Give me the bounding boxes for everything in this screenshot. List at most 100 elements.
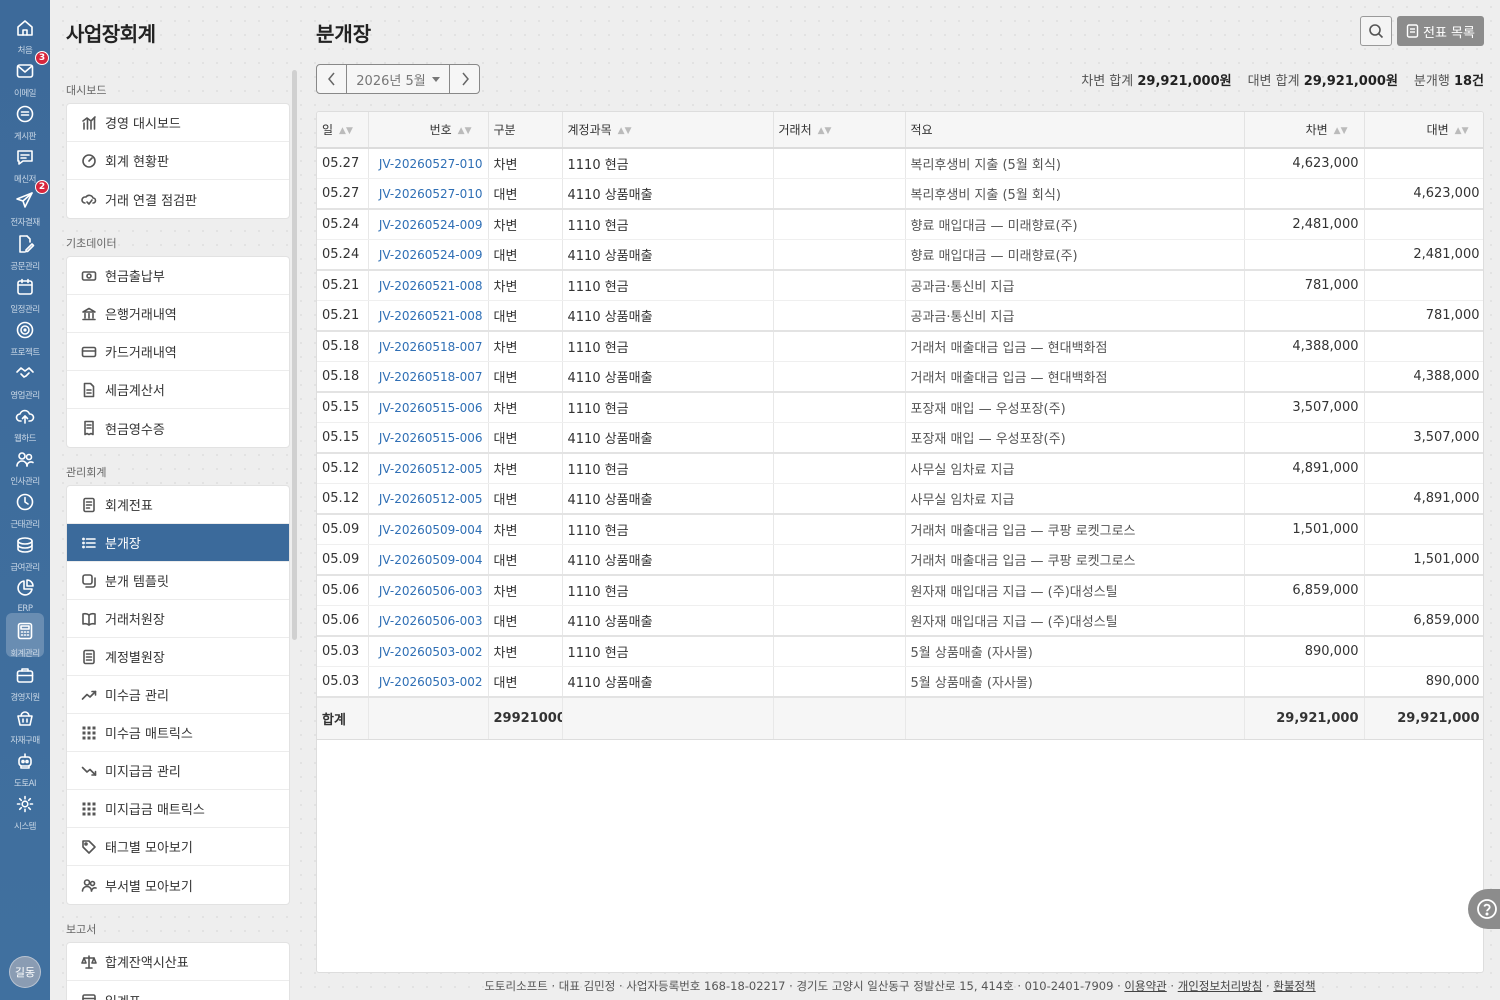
table-row[interactable]: 05.27 JV-20260527-010 차변 1110 현금 복리후생비 지출 (5… [317, 148, 1483, 179]
gauge-icon [81, 153, 105, 169]
sidebar-item[interactable]: 미지급금 매트릭스 [67, 790, 289, 828]
sidebar-item[interactable]: 일계표 [67, 981, 289, 1000]
sidebar-item[interactable]: 회계 현황판 [67, 142, 289, 180]
table-row[interactable]: 05.21 JV-20260521-008 차변 1110 현금 공과금·통신비 지급 7… [317, 270, 1483, 301]
sidebar-item[interactable]: 거래처원장 [67, 600, 289, 638]
sidebar-item[interactable]: 현금영수증 [67, 409, 289, 447]
sidebar-item[interactable]: 태그별 모아보기 [67, 828, 289, 866]
voucher-list-button[interactable]: 전표 목록 [1397, 16, 1484, 46]
table-row[interactable]: 05.12 JV-20260512-005 대변 4110 상품매출 사무실 임차료 지… [317, 483, 1483, 515]
col-header-account[interactable]: 계정과목 ▲▼ [562, 112, 774, 149]
account-code: 1110 [567, 280, 605, 295]
sidebar-item[interactable]: 미수금 관리 [67, 676, 289, 714]
col-header-credit[interactable]: 대변 ▲▼ [1364, 112, 1483, 149]
cell-voucher-number[interactable]: JV-20260506-003 [368, 575, 489, 606]
rail-item-clock[interactable]: 근태관리 [0, 490, 50, 530]
cell-voucher-number[interactable]: JV-20260515-006 [368, 392, 489, 423]
cell-voucher-number[interactable]: JV-20260503-002 [368, 636, 489, 667]
rail-item-calculator[interactable]: 회계관리 [0, 613, 50, 659]
cell-voucher-number[interactable]: JV-20260518-007 [368, 331, 489, 362]
table-row[interactable]: 05.18 JV-20260518-007 대변 4110 상품매출 거래처 매출대금 … [317, 361, 1483, 393]
table-row[interactable]: 05.03 JV-20260503-002 대변 4110 상품매출 5월 상품매출 (… [317, 666, 1483, 698]
sidebar-item[interactable]: 미지급금 관리 [67, 752, 289, 790]
table-row[interactable]: 05.03 JV-20260503-002 차변 1110 현금 5월 상품매출 (자사… [317, 636, 1483, 667]
cell-voucher-number[interactable]: JV-20260509-004 [368, 514, 489, 545]
cell-voucher-number[interactable]: JV-20260518-007 [368, 361, 489, 393]
table-row[interactable]: 05.09 JV-20260509-004 대변 4110 상품매출 거래처 매출대금 … [317, 544, 1483, 576]
rail-item-robot[interactable]: 도토AI [0, 749, 50, 789]
cell-voucher-number[interactable]: JV-20260512-005 [368, 453, 489, 484]
month-select[interactable]: 2026년 5월 [347, 64, 449, 94]
cell-account: 4110 상품매출 [562, 178, 774, 210]
cell-side: 차변 [488, 331, 563, 362]
sidebar-item[interactable]: 카드거래내역 [67, 333, 289, 371]
table-row[interactable]: 05.27 JV-20260527-010 대변 4110 상품매출 복리후생비 지출 … [317, 178, 1483, 210]
col-header-partner[interactable]: 거래처 ▲▼ [773, 112, 906, 149]
cell-voucher-number[interactable]: JV-20260506-003 [368, 605, 489, 637]
cell-voucher-number[interactable]: JV-20260524-009 [368, 209, 489, 240]
sidebar-scrollbar[interactable] [292, 70, 297, 640]
rail-item-people[interactable]: 인사관리 [0, 447, 50, 487]
rail-item-target[interactable]: 프로젝트 [0, 318, 50, 358]
sidebar-item[interactable]: 미수금 매트릭스 [67, 714, 289, 752]
sidebar-item[interactable]: 은행거래내역 [67, 295, 289, 333]
table-row[interactable]: 05.24 JV-20260524-009 차변 1110 현금 향료 매입대금 — 미… [317, 209, 1483, 240]
cell-voucher-number[interactable]: JV-20260503-002 [368, 666, 489, 698]
user-avatar[interactable]: 길동 [9, 956, 41, 988]
cell-voucher-number[interactable]: JV-20260515-006 [368, 422, 489, 454]
privacy-link[interactable]: 개인정보처리방침 [1178, 979, 1263, 993]
rail-item-paper-plane[interactable]: 전자결재 2 [0, 180, 50, 228]
sidebar-item[interactable]: 세금계산서 [67, 371, 289, 409]
col-header-debit[interactable]: 차변 ▲▼ [1244, 112, 1365, 149]
sidebar-item[interactable]: 거래 연결 점검판 [67, 180, 289, 218]
cell-account: 4110 상품매출 [562, 605, 774, 637]
table-row[interactable]: 05.06 JV-20260506-003 대변 4110 상품매출 원자재 매입대금 … [317, 605, 1483, 637]
table-row[interactable]: 05.18 JV-20260518-007 차변 1110 현금 거래처 매출대금 입금… [317, 331, 1483, 362]
table-row[interactable]: 05.12 JV-20260512-005 차변 1110 현금 사무실 임차료 지급 4… [317, 453, 1483, 484]
rail-item-pie-chart[interactable]: ERP [0, 576, 50, 616]
cell-voucher-number[interactable]: JV-20260509-004 [368, 544, 489, 576]
rail-item-gear[interactable]: 시스템 [0, 792, 50, 832]
sidebar-item[interactable]: 합계잔액시산표 [67, 943, 289, 981]
terms-link[interactable]: 이용약관 [1124, 979, 1166, 993]
table-row[interactable]: 05.21 JV-20260521-008 대변 4110 상품매출 공과금·통신비 지… [317, 300, 1483, 332]
refund-link[interactable]: 환불정책 [1273, 979, 1315, 993]
table-row[interactable]: 05.09 JV-20260509-004 차변 1110 현금 거래처 매출대금 입금… [317, 514, 1483, 545]
cell-voucher-number[interactable]: JV-20260524-009 [368, 239, 489, 271]
table-row[interactable]: 05.15 JV-20260515-006 대변 4110 상품매출 포장재 매입 — … [317, 422, 1483, 454]
rail-item-board[interactable]: 게시판 [0, 102, 50, 142]
col-header-number[interactable]: 번호 ▲▼ [368, 112, 489, 149]
search-button[interactable] [1360, 16, 1392, 46]
rail-item-document-edit[interactable]: 공문관리 [0, 232, 50, 272]
rail-item-mail[interactable]: 이메일 3 [0, 51, 50, 99]
table-row[interactable]: 05.24 JV-20260524-009 대변 4110 상품매출 향료 매입대금 —… [317, 239, 1483, 271]
rail-item-cloud[interactable]: 웹하드 [0, 404, 50, 444]
rail-item-handshake[interactable]: 영업관리 [0, 361, 50, 401]
rail-item-briefcase[interactable]: 경영지원 [0, 663, 50, 703]
col-header-day[interactable]: 일 ▲▼ [317, 112, 369, 149]
next-month-button[interactable] [449, 64, 480, 94]
table-row[interactable]: 05.06 JV-20260506-003 차변 1110 현금 원자재 매입대금 지급… [317, 575, 1483, 606]
table-row[interactable]: 05.15 JV-20260515-006 차변 1110 현금 포장재 매입 — 우성… [317, 392, 1483, 423]
sidebar-item[interactable]: 현금출납부 [67, 257, 289, 295]
rail-item-calendar[interactable]: 일정관리 [0, 275, 50, 315]
receipt-icon [81, 420, 105, 436]
sidebar-item[interactable]: 회계전표 [67, 486, 289, 524]
cell-voucher-number[interactable]: JV-20260521-008 [368, 300, 489, 332]
board-icon [15, 102, 35, 128]
cell-voucher-number[interactable]: JV-20260512-005 [368, 483, 489, 515]
cell-voucher-number[interactable]: JV-20260521-008 [368, 270, 489, 301]
rail-item-coins[interactable]: 급여관리 [0, 533, 50, 573]
rail-item-home[interactable]: 처음 [0, 16, 50, 56]
cell-voucher-number[interactable]: JV-20260527-010 [368, 178, 489, 210]
sidebar-item[interactable]: 분개 템플릿 [67, 562, 289, 600]
sidebar-item[interactable]: 계정별원장 [67, 638, 289, 676]
rail-item-basket[interactable]: 자재구매 [0, 706, 50, 746]
rail-item-messenger[interactable]: 메신저 [0, 145, 50, 185]
sidebar-item[interactable]: 경영 대시보드 [67, 104, 289, 142]
sidebar-item[interactable]: 부서별 모아보기 [67, 866, 289, 904]
sidebar-item[interactable]: 분개장 [67, 524, 289, 562]
help-button[interactable] [1468, 889, 1500, 929]
cell-voucher-number[interactable]: JV-20260527-010 [368, 148, 489, 179]
prev-month-button[interactable] [316, 64, 347, 94]
